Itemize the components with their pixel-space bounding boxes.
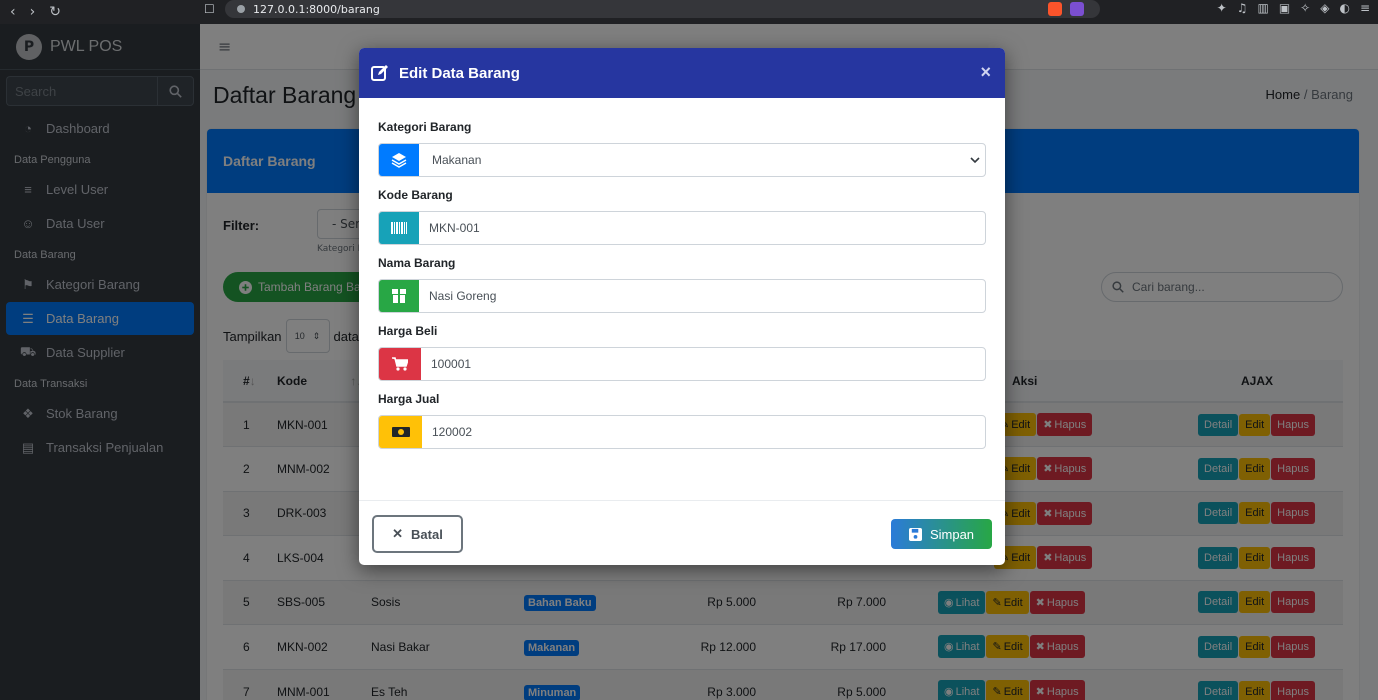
field-jual-label: Harga Jual (378, 392, 440, 406)
brave-rewards-icon[interactable] (1070, 2, 1084, 16)
back-icon[interactable]: ‹ (10, 4, 16, 20)
field-kategori-label: Kategori Barang (378, 120, 472, 134)
field-beli: Harga Beli 100001 (378, 324, 986, 381)
cancel-label: Batal (411, 526, 443, 542)
field-kode: Kode Barang MKN-001 (378, 188, 986, 245)
browser-nav: ‹ › ↻ (0, 4, 200, 20)
save-button[interactable]: Simpan (891, 519, 992, 549)
layers-icon (379, 144, 419, 176)
modal-body: Kategori Barang Makanan Kode Barang MKN-… (359, 98, 1005, 449)
box-icon (379, 280, 419, 312)
forward-icon[interactable]: › (30, 4, 36, 20)
modal-header: Edit Data Barang × (359, 48, 1005, 98)
cancel-button[interactable]: ✕ Batal (372, 515, 463, 553)
leo-icon[interactable]: ✧ (1300, 1, 1310, 15)
modal-footer: ✕ Batal Simpan (359, 500, 1005, 565)
site-info-icon[interactable] (237, 5, 245, 13)
menu-icon[interactable]: ≡ (1360, 1, 1370, 15)
harga-jual-value: 120002 (432, 425, 473, 439)
modal-title: Edit Data Barang (399, 64, 520, 82)
field-beli-label: Harga Beli (378, 324, 438, 338)
field-nama-label: Nama Barang (378, 256, 456, 270)
edit-barang-modal: Edit Data Barang × Kategori Barang Makan… (359, 48, 1005, 565)
url-text: 127.0.0.1:8000/barang (253, 2, 380, 16)
profile-icon[interactable]: ◐ (1339, 1, 1349, 15)
browser-bar: ‹ › ↻ ☐ 127.0.0.1:8000/barang ✦ ♫ ▥ ▣ ✧ … (0, 0, 1378, 24)
kategori-value: Makanan (432, 153, 482, 167)
field-nama: Nama Barang Nasi Goreng (378, 256, 986, 313)
field-jual: Harga Jual 120002 (378, 392, 986, 449)
chevron-down-icon (965, 144, 985, 176)
vpn-icon[interactable]: ◈ (1320, 1, 1329, 15)
media-icon[interactable]: ♫ (1237, 1, 1248, 15)
close-icon[interactable]: × (980, 62, 991, 83)
kode-value: MKN-001 (429, 221, 480, 235)
brave-shield-icon[interactable] (1048, 2, 1062, 16)
kategori-select[interactable]: Makanan (378, 143, 986, 177)
address-bar[interactable]: 127.0.0.1:8000/barang (225, 0, 1100, 18)
browser-extensions: ✦ ♫ ▥ ▣ ✧ ◈ ◐ ≡ (1217, 1, 1370, 15)
kode-input[interactable]: MKN-001 (378, 211, 986, 245)
nama-input[interactable]: Nasi Goreng (378, 279, 986, 313)
reload-icon[interactable]: ↻ (49, 4, 61, 20)
save-label: Simpan (929, 526, 975, 542)
money-bill-icon (379, 416, 422, 448)
sidebar-toggle-icon[interactable]: ▥ (1257, 1, 1268, 15)
harga-beli-value: 100001 (431, 357, 472, 371)
extension-icon[interactable]: ✦ (1217, 1, 1227, 15)
harga-jual-input[interactable]: 120002 (378, 415, 986, 449)
shopping-cart-icon (379, 348, 421, 380)
wallet-icon[interactable]: ▣ (1279, 1, 1290, 15)
edit-icon (371, 65, 388, 81)
barcode-icon (379, 212, 419, 244)
bookmark-page-icon[interactable]: ☐ (204, 2, 215, 16)
times-icon: ✕ (392, 526, 404, 541)
browser-shields (1048, 2, 1084, 16)
harga-beli-input[interactable]: 100001 (378, 347, 986, 381)
field-kode-label: Kode Barang (378, 188, 453, 202)
field-kategori: Kategori Barang Makanan (378, 120, 986, 177)
save-icon (908, 527, 922, 541)
nama-value: Nasi Goreng (429, 289, 497, 303)
